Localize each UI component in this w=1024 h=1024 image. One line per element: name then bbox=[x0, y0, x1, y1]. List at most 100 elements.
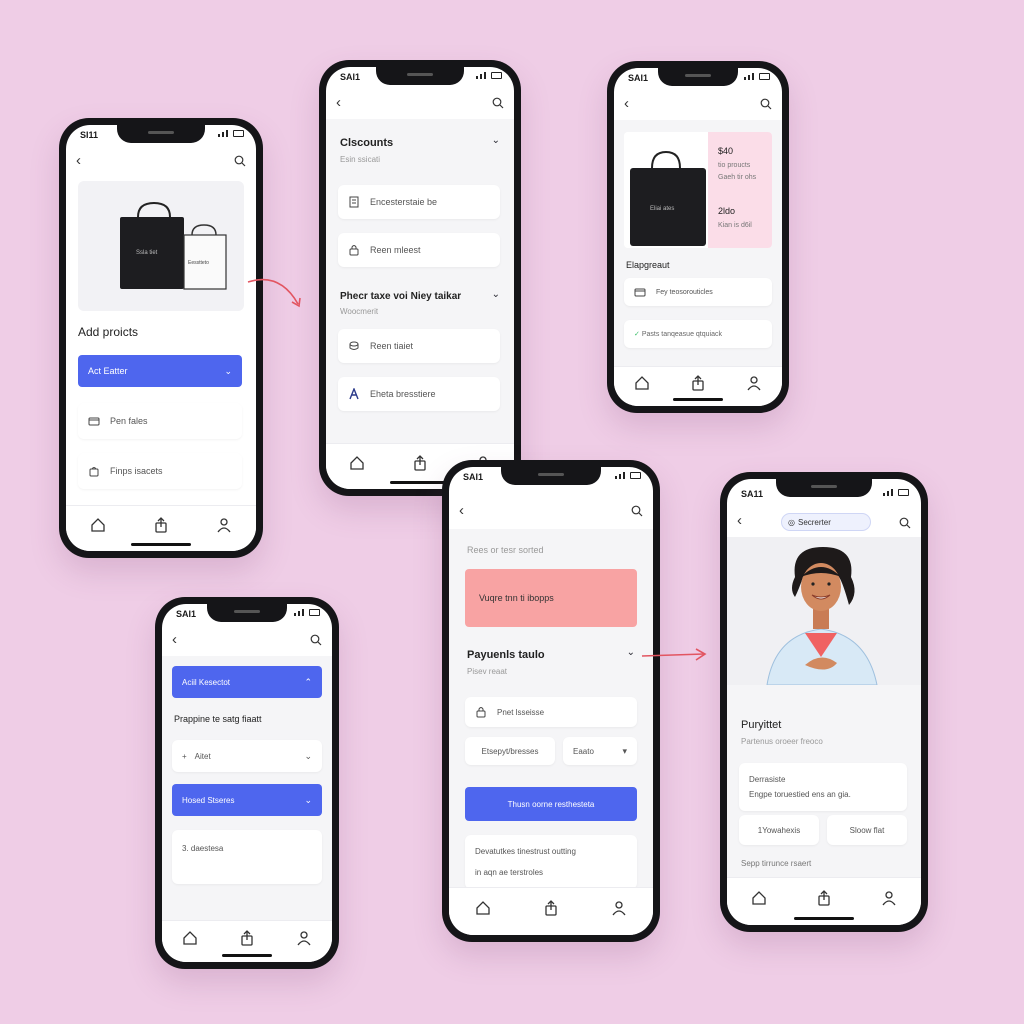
profile-icon[interactable] bbox=[216, 517, 232, 533]
section-subtitle: Pisev reaat bbox=[467, 667, 508, 676]
add-button[interactable]: Aciil Kesectot ⌃ bbox=[172, 666, 322, 698]
back-icon[interactable]: ‹ bbox=[336, 93, 341, 113]
state-dropdown[interactable]: Eaato ▾ bbox=[563, 737, 637, 765]
continue-button[interactable]: Thusn oorne resthesteta bbox=[465, 787, 637, 821]
profile-icon[interactable] bbox=[746, 375, 762, 391]
profile-icon[interactable] bbox=[611, 900, 627, 916]
home-icon[interactable] bbox=[182, 930, 198, 946]
section-subtitle: Woocmerit bbox=[340, 307, 379, 316]
phone-2: SAI1 ‹ Clscounts ⌄ Esin ssicati Encester… bbox=[319, 60, 521, 496]
price-note: tio proucts bbox=[718, 162, 751, 169]
section-title: Payuenls taulo bbox=[467, 649, 545, 661]
chevron-up-icon: ⌃ bbox=[304, 676, 312, 687]
share-icon[interactable] bbox=[543, 899, 559, 916]
home-icon[interactable] bbox=[475, 900, 491, 916]
price-note: Kian is d6il bbox=[718, 222, 752, 229]
list-item[interactable]: Eheta bresstiere bbox=[338, 377, 500, 411]
home-icon[interactable] bbox=[751, 890, 767, 906]
price: $40 bbox=[718, 146, 734, 156]
plus-icon: + bbox=[182, 751, 187, 761]
info-title: Derrasiste bbox=[749, 775, 786, 784]
option-button-label: Sloow flat bbox=[849, 825, 885, 835]
list-item[interactable]: Finps isacets bbox=[78, 453, 242, 489]
list-item-label: Reen tiaiet bbox=[370, 341, 414, 351]
search-pill[interactable]: ◎ Secrerter bbox=[781, 513, 871, 531]
share-icon[interactable] bbox=[816, 889, 832, 906]
profile-icon[interactable] bbox=[881, 890, 897, 906]
back-icon[interactable]: ‹ bbox=[459, 501, 464, 521]
price-note: Gaeh tir ohs bbox=[718, 174, 757, 181]
list-item[interactable]: Encesterstaie be bbox=[338, 185, 500, 219]
chevron-down-icon[interactable]: ⌄ bbox=[627, 647, 635, 658]
signal-battery-icon bbox=[883, 489, 909, 496]
signal-battery-icon bbox=[744, 73, 770, 80]
add-button-label: Aciil Kesectot bbox=[182, 677, 231, 687]
chevron-down-icon[interactable]: ⌄ bbox=[492, 135, 500, 146]
product-card[interactable]: Eliai ates $40 tio proucts Gaeh tir ohs … bbox=[624, 132, 772, 248]
notes-box[interactable]: 3. daestesa bbox=[172, 830, 322, 884]
search-icon[interactable] bbox=[310, 634, 322, 646]
chevron-down-icon: ⌄ bbox=[224, 365, 232, 376]
add-button-label: Act Eatter bbox=[88, 366, 128, 376]
share-icon[interactable] bbox=[690, 374, 706, 391]
shopping-bags-icon: Ssla tiet Eesstteto bbox=[120, 201, 227, 290]
wallet-icon bbox=[88, 417, 100, 426]
info-text: Engpe toruestied ens an gia. bbox=[749, 790, 851, 799]
search-icon[interactable] bbox=[234, 155, 246, 167]
search-icon[interactable] bbox=[760, 98, 772, 110]
status-time: SAI1 bbox=[176, 609, 197, 619]
phone-6-screen: SA11 ‹ ◎ Secrerter Puryittet Partenus or… bbox=[727, 479, 921, 925]
phone-3-screen: SAI1 ‹ Eliai ates $40 tio proucts Gaeh t… bbox=[614, 68, 782, 406]
list-item[interactable]: Fey teosorouticles bbox=[624, 278, 772, 306]
select-button[interactable]: Hosed Stseres ⌄ bbox=[172, 784, 322, 816]
list-item-label: Pnet lsseisse bbox=[497, 707, 545, 717]
share-icon[interactable] bbox=[239, 929, 255, 946]
notch bbox=[501, 467, 601, 485]
share-icon[interactable] bbox=[412, 454, 428, 471]
home-icon[interactable] bbox=[90, 517, 106, 533]
list-item[interactable]: Pnet lsseisse bbox=[465, 697, 637, 727]
list-item-label: Finps isacets bbox=[110, 466, 163, 476]
avatar bbox=[727, 537, 921, 686]
list-item[interactable]: Reen mleest bbox=[338, 233, 500, 267]
back-icon[interactable]: ‹ bbox=[737, 511, 742, 531]
phone-2-screen: SAI1 ‹ Clscounts ⌄ Esin ssicati Encester… bbox=[326, 67, 514, 489]
address-field[interactable]: Etsepyt/bresses bbox=[465, 737, 555, 765]
state-dropdown-label: Eaato bbox=[573, 746, 594, 756]
list-item[interactable]: Pen fales bbox=[78, 403, 242, 439]
dropdown-field[interactable]: + Aitet ⌄ bbox=[172, 740, 322, 772]
share-icon[interactable] bbox=[153, 516, 169, 533]
search-icon[interactable] bbox=[631, 505, 643, 517]
list-item[interactable]: ✓ Pasts tanqeasue qtquiack bbox=[624, 320, 772, 348]
home-icon[interactable] bbox=[634, 375, 650, 391]
continue-button-label: Thusn oorne resthesteta bbox=[507, 799, 595, 809]
search-icon[interactable] bbox=[492, 97, 504, 109]
option-button-label: 1Yowahexis bbox=[757, 825, 801, 835]
back-icon[interactable]: ‹ bbox=[172, 630, 177, 650]
status-time: SAI1 bbox=[463, 472, 484, 482]
home-indicator bbox=[794, 917, 854, 920]
home-indicator bbox=[673, 398, 723, 401]
home-icon[interactable] bbox=[349, 455, 365, 471]
shopping-bag-icon bbox=[630, 150, 706, 246]
add-button[interactable]: Act Eatter ⌄ bbox=[78, 355, 242, 387]
phone-3: SAI1 ‹ Eliai ates $40 tio proucts Gaeh t… bbox=[607, 61, 789, 413]
back-icon[interactable]: ‹ bbox=[76, 151, 81, 171]
letter-a-icon bbox=[349, 388, 359, 400]
profile-icon[interactable] bbox=[296, 930, 312, 946]
signal-battery-icon bbox=[294, 609, 320, 616]
notch bbox=[117, 125, 205, 143]
option-button[interactable]: 1Yowahexis bbox=[739, 815, 819, 845]
list-item[interactable]: Reen tiaiet bbox=[338, 329, 500, 363]
search-icon[interactable] bbox=[899, 517, 911, 529]
promo-banner[interactable]: Vuqre tnn ti ibopps bbox=[465, 569, 637, 627]
list-item-label: Encesterstaie be bbox=[370, 197, 438, 207]
chevron-down-icon: ⌄ bbox=[304, 794, 312, 805]
back-icon[interactable]: ‹ bbox=[624, 94, 629, 114]
section-title: Elapgreaut bbox=[626, 260, 670, 270]
phone-1: SI11 ‹ Ssla tiet Eesstteto Add proicts A… bbox=[59, 118, 263, 558]
chevron-down-icon[interactable]: ⌄ bbox=[492, 289, 500, 300]
option-button[interactable]: Sloow flat bbox=[827, 815, 907, 845]
person-illustration bbox=[766, 547, 878, 686]
status-time: SAI1 bbox=[340, 72, 361, 82]
